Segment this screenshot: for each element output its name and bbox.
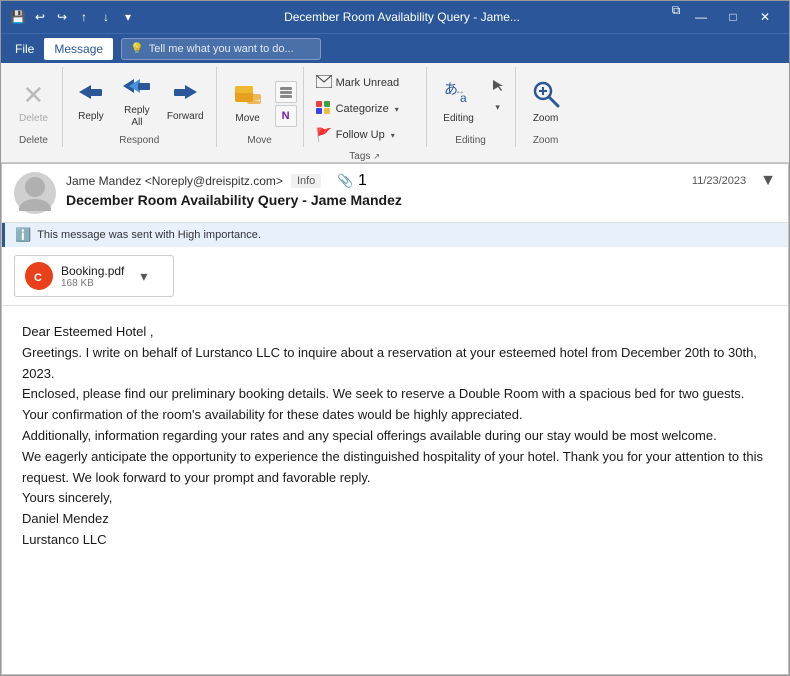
- ribbon-group-zoom: Zoom Zoom: [516, 67, 576, 147]
- ribbon-group-editing: あ a ↔ Editing ▾ Editing: [427, 67, 516, 147]
- attachment-count: 1: [358, 172, 367, 189]
- close-button[interactable]: ✕: [749, 1, 781, 33]
- mark-unread-icon: [316, 75, 332, 91]
- tell-me-input[interactable]: 💡 Tell me what you want to do...: [121, 38, 321, 60]
- redo-icon[interactable]: ↪: [53, 8, 71, 26]
- ribbon: ✕ Delete Delete Reply: [1, 63, 789, 163]
- reply-all-icon: [123, 75, 151, 103]
- categorize-arrow: ▾: [395, 105, 399, 114]
- lightbulb-icon: 💡: [130, 42, 144, 55]
- attachment-area: C Booking.pdf 168 KB ▾: [2, 247, 788, 306]
- attachment-file-icon: C: [25, 262, 53, 290]
- email-header: Jame Mandez <Noreply@dreispitz.com> Info…: [2, 164, 788, 223]
- reply-button[interactable]: Reply: [69, 71, 113, 133]
- tags-group-label: Tags ↗: [349, 149, 380, 164]
- reply-label: Reply: [78, 111, 104, 123]
- move-label: Move: [235, 113, 259, 125]
- menu-bar: File Message 💡 Tell me what you want to …: [1, 33, 789, 63]
- ribbon-group-move: → Move N Move: [217, 67, 304, 147]
- sender-avatar: [14, 172, 56, 214]
- watermark: ∫∫: [646, 656, 765, 674]
- attachment-dropdown-icon[interactable]: ▾: [140, 268, 147, 285]
- move-icon: →: [233, 80, 263, 111]
- delete-group-label: Delete: [19, 133, 48, 148]
- email-subject: December Room Availability Query - Jame …: [66, 192, 746, 208]
- email-date: 11/23/2023: [692, 175, 746, 187]
- minimize-button[interactable]: —: [685, 1, 717, 33]
- sender-name: Jame Mandez <Noreply@dreispitz.com>: [66, 174, 283, 188]
- menu-message[interactable]: Message: [44, 38, 113, 60]
- attachment-size: 168 KB: [61, 278, 124, 289]
- follow-up-arrow: ▾: [391, 131, 395, 140]
- more-icon[interactable]: ▾: [119, 8, 137, 26]
- importance-icon: ℹ️: [15, 227, 31, 243]
- follow-up-icon: 🚩: [316, 127, 332, 143]
- ribbon-group-delete: ✕ Delete Delete: [5, 67, 63, 147]
- down-icon[interactable]: ↓: [97, 8, 115, 26]
- reply-icon: [78, 81, 104, 109]
- zoom-button[interactable]: Zoom: [522, 71, 570, 133]
- tags-expand-icon[interactable]: ↗: [373, 152, 380, 161]
- categorize-icon: [316, 101, 332, 117]
- move-group-label: Move: [247, 133, 271, 148]
- importance-text: This message was sent with High importan…: [37, 229, 261, 241]
- svg-text:C: C: [34, 272, 42, 284]
- zoom-group-label: Zoom: [533, 133, 559, 148]
- maximize-button[interactable]: □: [717, 1, 749, 33]
- svg-text:↔: ↔: [455, 86, 465, 97]
- up-icon[interactable]: ↑: [75, 8, 93, 26]
- scroll-down-button[interactable]: ▼: [760, 172, 776, 190]
- forward-icon: [172, 81, 198, 109]
- select-btn[interactable]: [487, 75, 509, 95]
- paperclip-icon: 📎: [337, 173, 353, 188]
- attachment-name: Booking.pdf: [61, 264, 124, 278]
- delete-x-icon: ✕: [23, 80, 45, 111]
- importance-banner: ℹ️ This message was sent with High impor…: [2, 223, 788, 247]
- ribbon-group-respond: Reply ReplyAll Forward: [63, 67, 217, 147]
- attachment-count-area: 📎 1: [337, 172, 367, 190]
- translate-icon: あ a ↔: [443, 80, 475, 111]
- respond-group-label: Respond: [119, 133, 159, 148]
- translate-label: Editing: [443, 113, 474, 125]
- window-title: December Room Availability Query - Jame.…: [137, 10, 667, 24]
- onenote-icon: N: [282, 110, 290, 122]
- window-controls: ⧉ — □ ✕: [667, 1, 781, 33]
- quick-access-toolbar: 💾 ↩ ↪ ↑ ↓ ▾: [9, 8, 137, 26]
- svg-text:→: →: [253, 94, 262, 104]
- categorize-button[interactable]: Categorize ▾: [310, 97, 420, 121]
- mark-unread-button[interactable]: Mark Unread: [310, 71, 420, 95]
- mark-unread-label: Mark Unread: [336, 77, 400, 89]
- email-metadata: Jame Mandez <Noreply@dreispitz.com> Info…: [66, 172, 746, 208]
- info-badge: Info: [291, 174, 321, 188]
- translate-button[interactable]: あ a ↔ Editing: [433, 71, 485, 133]
- forward-button[interactable]: Forward: [161, 71, 210, 133]
- move-button[interactable]: → Move: [223, 71, 273, 133]
- attachment-item[interactable]: C Booking.pdf 168 KB ▾: [14, 255, 174, 297]
- save-icon[interactable]: 💾: [9, 8, 27, 26]
- menu-file[interactable]: File: [5, 38, 44, 60]
- follow-up-label: Follow Up: [336, 129, 385, 141]
- delete-button[interactable]: ✕ Delete: [11, 71, 56, 133]
- reply-all-label: ReplyAll: [124, 105, 150, 129]
- categorize-label: Categorize: [336, 103, 389, 115]
- follow-up-button[interactable]: 🚩 Follow Up ▾: [310, 123, 420, 147]
- restore-icon[interactable]: ⧉: [667, 1, 685, 19]
- title-bar: 💾 ↩ ↪ ↑ ↓ ▾ December Room Availability Q…: [1, 1, 789, 33]
- editing-group-label: Editing: [455, 133, 486, 148]
- zoom-label: Zoom: [533, 113, 559, 125]
- email-body-text: Dear Esteemed Hotel , Greetings. I write…: [22, 322, 768, 551]
- tell-me-placeholder: Tell me what you want to do...: [149, 43, 294, 55]
- select-more-btn[interactable]: ▾: [487, 97, 509, 117]
- forward-label: Forward: [167, 111, 204, 123]
- delete-label: Delete: [19, 113, 48, 124]
- email-body: ∫∫ Dear Esteemed Hotel , Greetings. I wr…: [2, 306, 788, 674]
- rules-button[interactable]: [275, 81, 297, 103]
- onenote-button[interactable]: N: [275, 105, 297, 127]
- undo-icon[interactable]: ↩: [31, 8, 49, 26]
- reply-all-button[interactable]: ReplyAll: [115, 71, 159, 133]
- ribbon-group-tags: Mark Unread Categorize: [304, 67, 427, 147]
- zoom-icon: [532, 80, 560, 111]
